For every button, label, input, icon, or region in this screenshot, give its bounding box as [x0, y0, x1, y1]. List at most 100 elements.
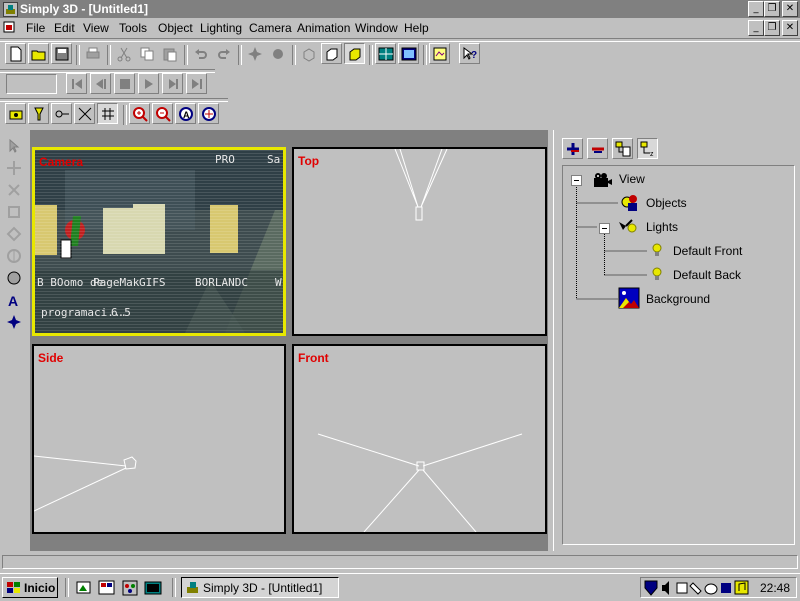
- camera-view-icon[interactable]: [5, 103, 26, 124]
- four-views-icon[interactable]: [375, 43, 396, 64]
- desktop-text-sa: Sa: [267, 153, 281, 166]
- save-icon[interactable]: [51, 43, 72, 64]
- scale-icon[interactable]: [4, 202, 24, 221]
- copy-icon[interactable]: [136, 43, 157, 64]
- menu-lighting[interactable]: Lighting: [200, 21, 242, 35]
- lathe-icon[interactable]: [4, 246, 24, 265]
- side-viewport-label: Side: [38, 351, 64, 365]
- menu-view[interactable]: View: [83, 21, 109, 35]
- desktop-text-pro: PRO: [215, 153, 235, 166]
- background-icon[interactable]: [618, 287, 640, 309]
- toolbar-separator: [423, 45, 427, 65]
- prev-frame-icon[interactable]: [90, 73, 111, 94]
- stop-icon[interactable]: [114, 73, 135, 94]
- task-button-label: Simply 3D - [Untitled1]: [203, 581, 323, 595]
- menu-tools[interactable]: Tools: [119, 21, 147, 35]
- move-tool-icon[interactable]: [74, 103, 95, 124]
- next-frame-icon[interactable]: [162, 73, 183, 94]
- start-button[interactable]: Inicio: [2, 577, 58, 598]
- paste-icon[interactable]: [159, 43, 180, 64]
- tool-palette: A: [0, 130, 30, 551]
- redo-icon[interactable]: [213, 43, 234, 64]
- camera-icon[interactable]: [593, 171, 612, 189]
- context-help-icon[interactable]: ?: [459, 43, 480, 64]
- document-icon[interactable]: [3, 21, 15, 33]
- bulb-icon[interactable]: [650, 266, 664, 284]
- tree-item-objects[interactable]: Objects: [646, 196, 687, 210]
- front-viewport[interactable]: Front: [292, 344, 547, 534]
- grid-icon[interactable]: [97, 103, 118, 124]
- doc-restore-button[interactable]: ❐: [764, 20, 780, 36]
- library-icon[interactable]: [429, 43, 450, 64]
- simply3d-task-icon: [187, 582, 198, 593]
- undo-icon[interactable]: [190, 43, 211, 64]
- tree-item-lights[interactable]: Lights: [646, 220, 678, 234]
- rotate-icon[interactable]: [4, 180, 24, 199]
- cut-icon[interactable]: [113, 43, 134, 64]
- menu-edit[interactable]: Edit: [54, 21, 75, 35]
- solid-shading-icon[interactable]: [344, 43, 365, 64]
- menu-camera[interactable]: Camera: [249, 21, 292, 35]
- new-icon[interactable]: [5, 43, 26, 64]
- menu-help[interactable]: Help: [404, 21, 429, 35]
- tree-view-icon[interactable]: [612, 138, 633, 159]
- hierarchy-icon[interactable]: z: [637, 138, 658, 159]
- menu-file[interactable]: File: [26, 21, 45, 35]
- zoom-out-icon[interactable]: [152, 103, 173, 124]
- zoom-all-icon[interactable]: A: [175, 103, 196, 124]
- orbit-icon[interactable]: [198, 103, 219, 124]
- quicklaunch-terminal-icon[interactable]: [144, 579, 162, 597]
- tree-item-background[interactable]: Background: [646, 292, 710, 306]
- quicklaunch-app-icon[interactable]: [98, 579, 116, 597]
- objects-icon[interactable]: [621, 194, 639, 212]
- tree-item-default-front[interactable]: Default Front: [673, 244, 742, 258]
- play-icon[interactable]: [138, 73, 159, 94]
- svg-text:A: A: [8, 293, 18, 308]
- frame-field[interactable]: [6, 74, 57, 94]
- delete-object-icon[interactable]: [587, 138, 608, 159]
- spotlight-icon[interactable]: [28, 103, 49, 124]
- app-icon[interactable]: [3, 2, 18, 17]
- stop-render-icon[interactable]: [267, 43, 288, 64]
- scene-tree: View Objects Lights Default Front Defaul…: [562, 165, 795, 545]
- bulb-icon[interactable]: [650, 242, 664, 260]
- add-object-icon[interactable]: [562, 138, 583, 159]
- tree-item-default-back[interactable]: Default Back: [673, 268, 741, 282]
- lights-icon[interactable]: [618, 218, 638, 236]
- last-frame-icon[interactable]: [186, 73, 207, 94]
- menu-object[interactable]: Object: [158, 21, 193, 35]
- box-icon[interactable]: [321, 43, 342, 64]
- zoom-in-icon[interactable]: [129, 103, 150, 124]
- task-button-simply3d[interactable]: Simply 3D - [Untitled1]: [181, 577, 339, 598]
- extrude-icon[interactable]: [4, 224, 24, 243]
- open-icon[interactable]: [28, 43, 49, 64]
- menu-window[interactable]: Window: [355, 21, 398, 35]
- light-tool-icon[interactable]: [4, 312, 24, 331]
- doc-minimize-button[interactable]: _: [748, 20, 764, 36]
- render-icon[interactable]: [244, 43, 265, 64]
- first-frame-icon[interactable]: [66, 73, 87, 94]
- toolbar-separator: [292, 45, 296, 65]
- quicklaunch-paint-icon[interactable]: [121, 579, 139, 597]
- restore-button[interactable]: ❐: [764, 1, 780, 17]
- side-viewport[interactable]: Side: [32, 344, 286, 534]
- toolbar-separator: [107, 45, 111, 65]
- minimize-button[interactable]: _: [748, 1, 764, 17]
- print-icon[interactable]: [82, 43, 103, 64]
- sphere-icon[interactable]: [4, 268, 24, 287]
- wireframe-icon[interactable]: [298, 43, 319, 64]
- show-desktop-icon[interactable]: [75, 579, 93, 597]
- camera-viewport[interactable]: Camera PRO Sa B BOomo de PageMak GIFS BO…: [32, 147, 286, 336]
- text-tool-icon[interactable]: A: [4, 290, 24, 309]
- select-arrow-icon[interactable]: [4, 136, 24, 155]
- layout-icon[interactable]: [398, 43, 419, 64]
- menu-animation[interactable]: Animation: [297, 21, 350, 35]
- doc-close-button[interactable]: ✕: [782, 20, 798, 36]
- move-icon[interactable]: [4, 158, 24, 177]
- close-button[interactable]: ✕: [782, 1, 798, 17]
- top-viewport-label: Top: [298, 154, 320, 168]
- target-icon[interactable]: [51, 103, 72, 124]
- tree-item-view[interactable]: View: [619, 172, 645, 186]
- top-viewport[interactable]: Top: [292, 147, 547, 336]
- taskbar-separator: [172, 578, 176, 597]
